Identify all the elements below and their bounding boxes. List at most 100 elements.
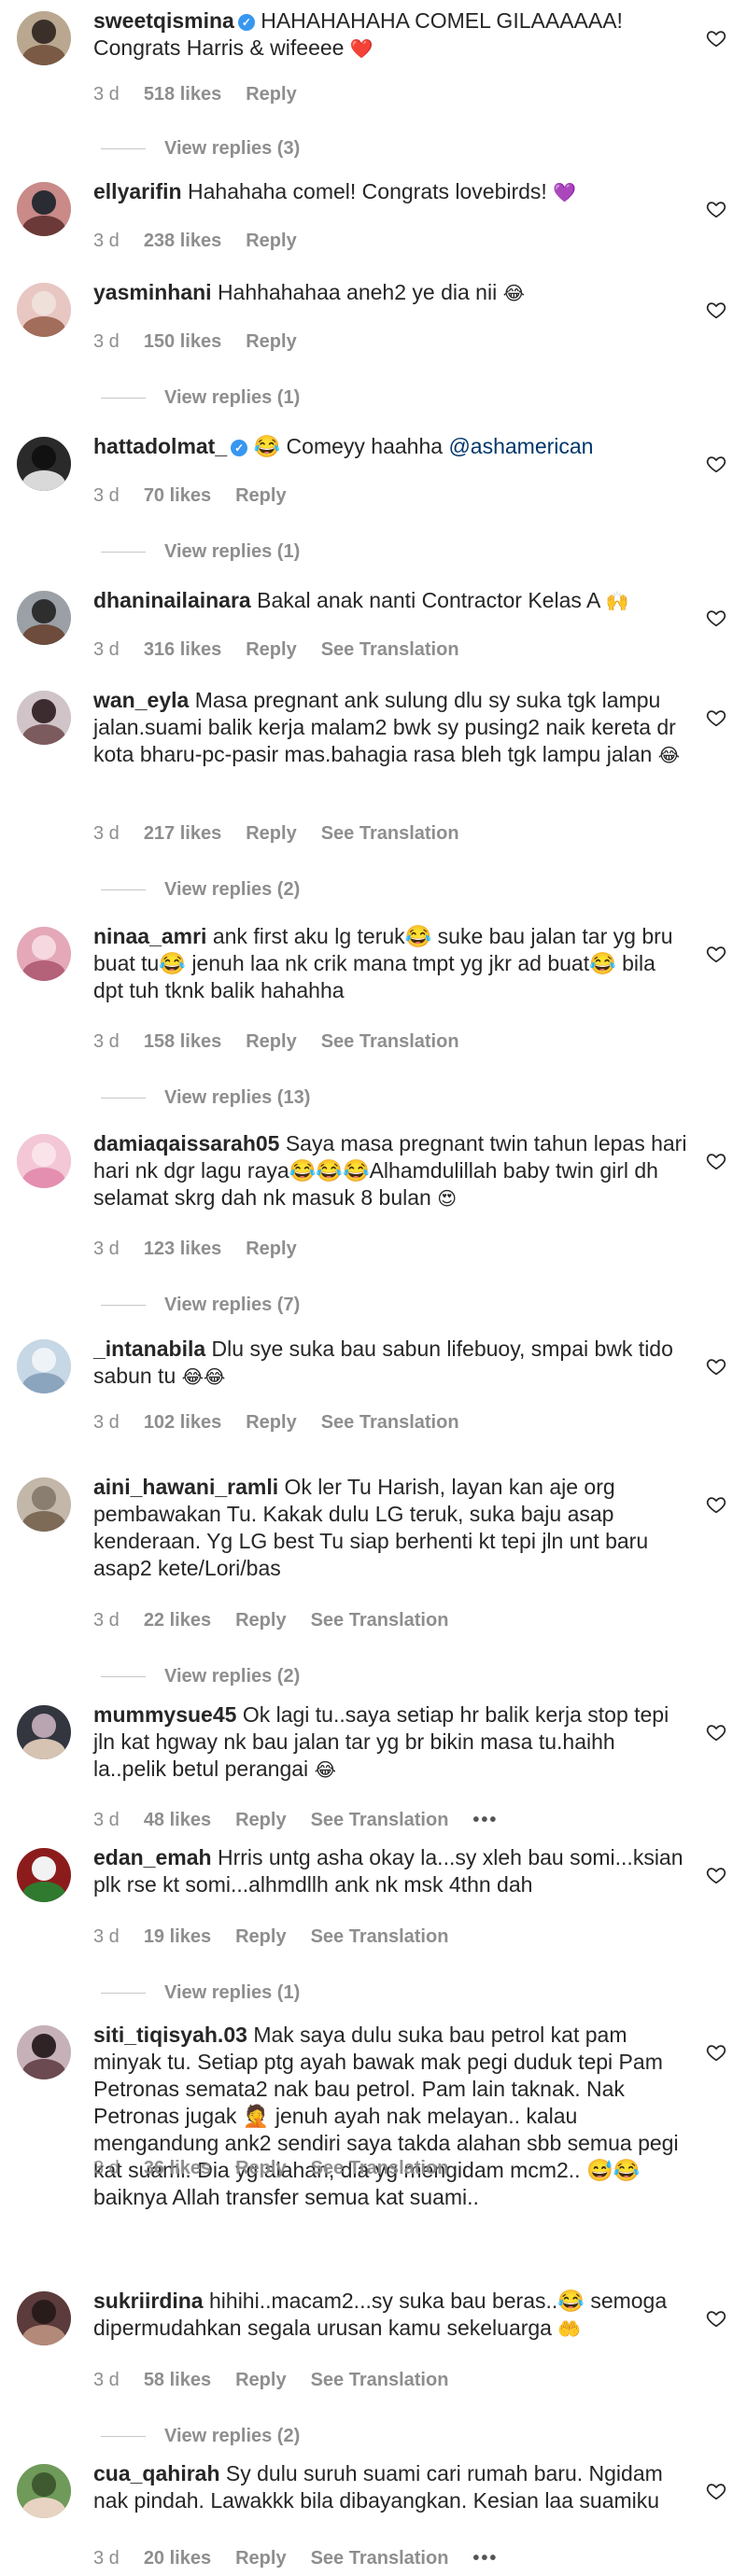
comment-emoji: 😂😂 [181,1365,226,1388]
avatar[interactable] [17,182,71,236]
username[interactable]: aini_hawani_ramli [93,1475,278,1499]
see-translation-button[interactable]: See Translation [321,823,459,844]
like-heart-icon[interactable] [706,707,726,728]
avatar[interactable] [17,927,71,981]
likes-count[interactable]: 158 likes [144,1031,221,1052]
like-heart-icon[interactable] [706,1722,726,1743]
reply-button[interactable]: Reply [246,639,296,660]
username[interactable]: dhaninailainara [93,588,251,612]
like-heart-icon[interactable] [706,608,726,628]
avatar[interactable] [17,1848,71,1902]
avatar[interactable] [17,437,71,491]
comment-meta: 3 d 58 likes Reply See Translation [93,2370,472,2391]
like-heart-icon[interactable] [706,300,726,320]
likes-count[interactable]: 150 likes [144,331,221,352]
likes-count[interactable]: 238 likes [144,231,221,251]
reply-button[interactable]: Reply [246,1239,296,1259]
username[interactable]: mummysue45 [93,1702,236,1727]
avatar[interactable] [17,2291,71,2345]
like-heart-icon[interactable] [706,199,726,219]
username[interactable]: sukriirdina [93,2289,204,2313]
likes-count[interactable]: 58 likes [144,2370,211,2390]
avatar[interactable] [17,691,71,745]
username[interactable]: wan_eyla [93,688,189,712]
reply-button[interactable]: Reply [235,1810,286,1830]
reply-button[interactable]: Reply [235,1610,286,1631]
view-replies-button[interactable]: View replies (3) [101,138,300,160]
avatar[interactable] [17,1339,71,1393]
likes-count[interactable]: 217 likes [144,823,221,844]
view-replies-button[interactable]: View replies (2) [101,879,300,901]
reply-button[interactable]: Reply [246,823,296,844]
likes-count[interactable]: 22 likes [144,1610,211,1631]
avatar[interactable] [17,1134,71,1188]
avatar[interactable] [17,11,71,65]
like-heart-icon[interactable] [706,2308,726,2329]
likes-count[interactable]: 102 likes [144,1412,221,1433]
like-heart-icon[interactable] [706,1356,726,1377]
see-translation-button[interactable]: See Translation [311,2548,449,2569]
see-translation-button[interactable]: See Translation [311,2158,449,2178]
likes-count[interactable]: 316 likes [144,639,221,660]
view-replies-button[interactable]: View replies (2) [101,2426,300,2447]
view-replies-button[interactable]: View replies (1) [101,541,300,563]
reply-button[interactable]: Reply [235,1926,286,1947]
username[interactable]: ninaa_amri [93,924,206,948]
reply-button[interactable]: Reply [246,84,296,105]
reply-button[interactable]: Reply [246,1412,296,1433]
avatar[interactable] [17,2464,71,2518]
likes-count[interactable]: 123 likes [144,1239,221,1259]
reply-button[interactable]: Reply [235,485,286,506]
view-replies-button[interactable]: View replies (7) [101,1295,300,1316]
reply-button[interactable]: Reply [246,331,296,352]
reply-button[interactable]: Reply [235,2370,286,2390]
username[interactable]: sweetqismina [93,8,234,33]
see-translation-button[interactable]: See Translation [321,639,459,660]
more-options-icon[interactable]: ••• [472,2548,498,2569]
likes-count[interactable]: 518 likes [144,84,221,105]
username[interactable]: siti_tiqisyah.03 [93,2023,247,2047]
avatar[interactable] [17,1477,71,1532]
username[interactable]: damiaqaissarah05 [93,1131,279,1155]
view-replies-button[interactable]: View replies (2) [101,1666,300,1687]
more-options-icon[interactable]: ••• [472,1810,498,1830]
avatar[interactable] [17,591,71,645]
username[interactable]: hattadolmat_ [93,434,227,458]
likes-count[interactable]: 19 likes [144,1926,211,1947]
like-heart-icon[interactable] [706,1151,726,1171]
like-heart-icon[interactable] [706,2042,726,2063]
mention-link[interactable]: @ashamerican [448,434,593,458]
likes-count[interactable]: 70 likes [144,485,211,506]
reply-button[interactable]: Reply [235,2158,286,2178]
username[interactable]: yasminhani [93,280,212,304]
see-translation-button[interactable]: See Translation [321,1031,459,1052]
see-translation-button[interactable]: See Translation [311,2370,449,2390]
reply-button[interactable]: Reply [246,1031,296,1052]
like-heart-icon[interactable] [706,28,726,49]
username[interactable]: ellyarifin [93,179,182,203]
avatar[interactable] [17,1705,71,1759]
like-heart-icon[interactable] [706,1494,726,1515]
avatar[interactable] [17,283,71,337]
see-translation-button[interactable]: See Translation [311,1810,449,1830]
reply-button[interactable]: Reply [246,231,296,251]
username[interactable]: edan_emah [93,1845,212,1869]
view-replies-button[interactable]: View replies (13) [101,1087,310,1109]
like-heart-icon[interactable] [706,1865,726,1885]
see-translation-button[interactable]: See Translation [311,1926,449,1947]
likes-count[interactable]: 48 likes [144,1810,211,1830]
reply-button[interactable]: Reply [235,2548,286,2569]
comment-meta: 3 d 70 likes Reply [93,485,311,507]
username[interactable]: _intanabila [93,1337,205,1361]
likes-count[interactable]: 36 likes [144,2158,211,2178]
avatar[interactable] [17,2025,71,2079]
view-replies-button[interactable]: View replies (1) [101,1982,300,2004]
see-translation-button[interactable]: See Translation [311,1610,449,1631]
see-translation-button[interactable]: See Translation [321,1412,459,1433]
likes-count[interactable]: 20 likes [144,2548,211,2569]
username[interactable]: cua_qahirah [93,2461,220,2485]
view-replies-button[interactable]: View replies (1) [101,387,300,409]
like-heart-icon[interactable] [706,2481,726,2501]
like-heart-icon[interactable] [706,454,726,474]
like-heart-icon[interactable] [706,944,726,964]
